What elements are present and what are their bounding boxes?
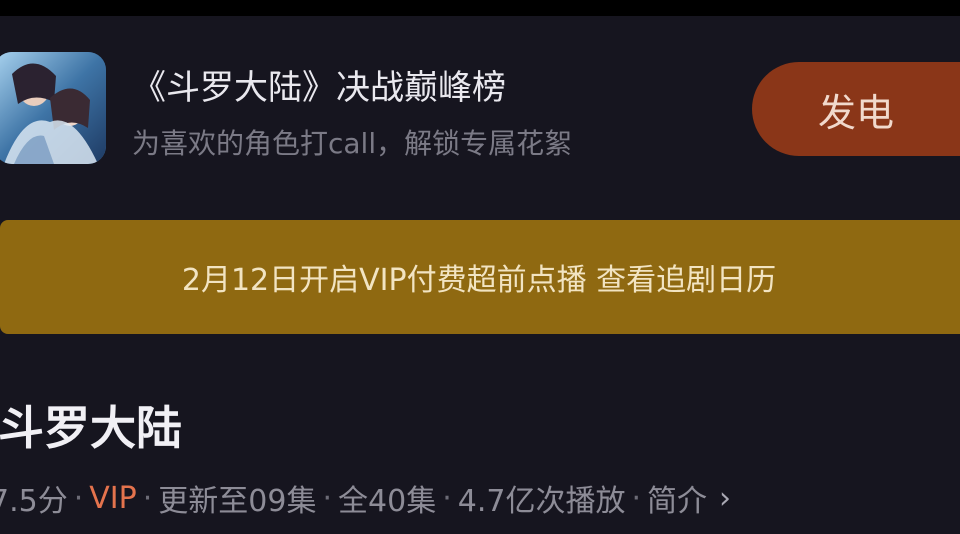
vip-calendar-banner[interactable]: 2月12日开启VIP付费超前点播 查看追剧日历 (0, 220, 960, 334)
vip-badge: VIP (89, 480, 137, 516)
promo-thumbnail[interactable] (0, 52, 106, 164)
separator-dot: · (73, 480, 84, 516)
vip-banner-text: 2月12日开启VIP付费超前点播 查看追剧日历 (181, 263, 777, 298)
separator-dot: · (322, 480, 333, 516)
episode-total: 全40集 (338, 484, 437, 519)
promo-title: 《斗罗大陆》决战巅峰榜 (132, 68, 506, 108)
charge-button[interactable]: 发电 (752, 62, 960, 156)
separator-dot: · (142, 480, 153, 516)
show-title: 斗罗大陆 (0, 401, 182, 455)
separator-dot: · (442, 480, 452, 516)
charge-button-label: 发电 (817, 90, 894, 135)
play-count: 4.7亿次播放 (457, 484, 626, 519)
score-text: 7.5分 (0, 484, 68, 519)
update-status: 更新至09集 (158, 484, 317, 519)
separator-dot: · (631, 480, 642, 516)
intro-link[interactable]: 简介 (647, 476, 707, 520)
status-bar (0, 0, 960, 16)
chevron-right-icon[interactable]: › (719, 481, 731, 516)
show-meta-row: 7.5分 · VIP · 更新至09集 · 全40集 · 4.7亿次播放 · 简… (0, 474, 731, 522)
promo-subtitle: 为喜欢的角色打call，解锁专属花絮 (132, 127, 573, 160)
